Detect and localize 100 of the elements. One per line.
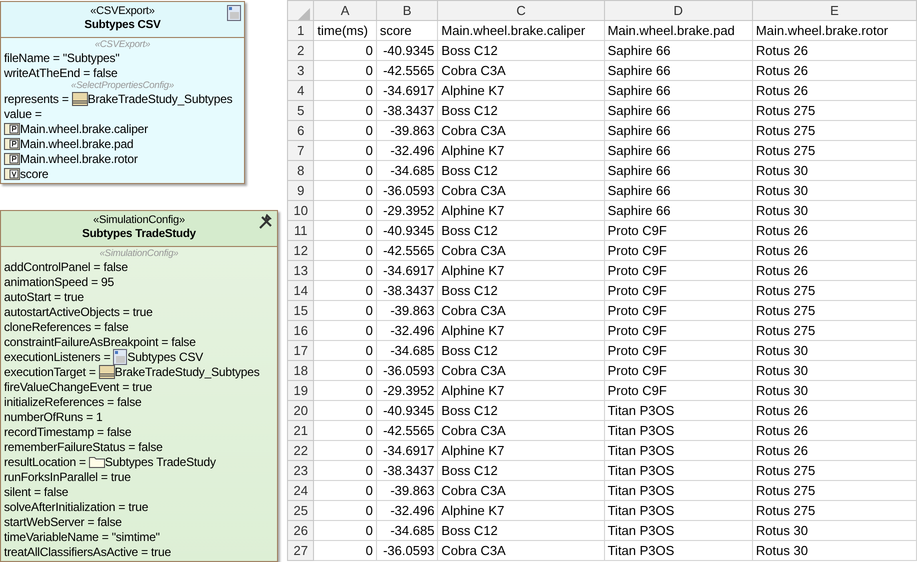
row-header[interactable]: 24 <box>288 480 314 500</box>
table-cell: -34.6917 <box>376 260 438 280</box>
tools-icon <box>258 214 274 230</box>
table-cell: -42.5565 <box>376 240 438 260</box>
property-value: Main.wheel.brake.caliper <box>20 122 148 136</box>
table-cell: -36.0593 <box>376 360 438 380</box>
row-header[interactable]: 9 <box>288 180 314 200</box>
stereotype-label: «SimulationConfig» <box>98 248 180 259</box>
column-header[interactable]: B <box>376 0 438 20</box>
row-header[interactable]: 11 <box>288 220 314 240</box>
table-cell: Boss C12 <box>438 340 604 360</box>
table-cell: Rotus 26 <box>752 440 916 460</box>
table-cell: Cobra C3A <box>438 540 604 560</box>
property-text: recordTimestamp = false <box>4 424 132 438</box>
property-text: addControlPanel = false <box>4 260 128 274</box>
table-cell: Cobra C3A <box>438 60 604 80</box>
table-cell: 0 <box>314 240 376 260</box>
table-cell: Saphire 66 <box>604 120 752 140</box>
row-header[interactable]: 1 <box>288 20 314 40</box>
block-icon <box>72 92 88 106</box>
row-header[interactable]: 5 <box>288 100 314 120</box>
row-header[interactable]: 25 <box>288 500 314 520</box>
table-cell: 0 <box>314 100 376 120</box>
table-cell: -40.9345 <box>376 220 438 240</box>
row-header[interactable]: 22 <box>288 440 314 460</box>
stereotype-label: «SimulationConfig» <box>93 214 185 227</box>
table-cell: 0 <box>314 220 376 240</box>
table-cell: Titan P3OS <box>604 540 752 560</box>
row-header[interactable]: 8 <box>288 160 314 180</box>
csv-export-box[interactable] <box>0 1 245 184</box>
table-cell: Rotus 26 <box>752 220 916 240</box>
column-header[interactable]: C <box>438 0 604 20</box>
table-cell: -34.6917 <box>376 80 438 100</box>
table-cell: 0 <box>314 380 376 400</box>
table-cell: -36.0593 <box>376 540 438 560</box>
table-cell: Main.wheel.brake.pad <box>604 20 752 40</box>
row-header[interactable]: 21 <box>288 420 314 440</box>
table-cell: Proto C9F <box>604 300 752 320</box>
table-cell: Proto C9F <box>604 320 752 340</box>
row-header[interactable]: 17 <box>288 340 314 360</box>
table-cell: 0 <box>314 480 376 500</box>
table-cell: 0 <box>314 320 376 340</box>
row-header[interactable]: 2 <box>288 40 314 60</box>
table-cell: Cobra C3A <box>438 480 604 500</box>
table-cell: -36.0593 <box>376 180 438 200</box>
row-header[interactable]: 26 <box>288 520 314 540</box>
table-cell: Rotus 30 <box>752 340 916 360</box>
table-cell: -42.5565 <box>376 420 438 440</box>
table-cell: Cobra C3A <box>438 240 604 260</box>
table-cell: 0 <box>314 200 376 220</box>
table-cell: -39.863 <box>376 480 438 500</box>
row-header[interactable]: 7 <box>288 140 314 160</box>
property-text: silent = false <box>4 484 68 498</box>
table-cell: Rotus 26 <box>752 400 916 420</box>
property-value: BrakeTradeStudy_Subtypes <box>114 364 260 378</box>
table-cell: Boss C12 <box>438 160 604 180</box>
table-cell: Alphine K7 <box>438 440 604 460</box>
table-cell: Saphire 66 <box>604 100 752 120</box>
table-cell: 0 <box>314 280 376 300</box>
row-header[interactable]: 12 <box>288 240 314 260</box>
row-header[interactable]: 3 <box>288 60 314 80</box>
row-header[interactable]: 4 <box>288 80 314 100</box>
column-header[interactable]: E <box>752 0 916 20</box>
part-icon <box>4 138 20 150</box>
table-cell: score <box>376 20 438 40</box>
table-cell: Rotus 275 <box>752 280 916 300</box>
row-header[interactable]: 19 <box>288 380 314 400</box>
table-cell: -34.6917 <box>376 440 438 460</box>
table-cell: Proto C9F <box>604 340 752 360</box>
table-cell: Alphine K7 <box>438 80 604 100</box>
table-cell: -34.685 <box>376 340 438 360</box>
row-header[interactable]: 13 <box>288 260 314 280</box>
row-header[interactable]: 27 <box>288 540 314 560</box>
table-cell: -29.3952 <box>376 380 438 400</box>
table-cell: Rotus 275 <box>752 500 916 520</box>
table-cell: Boss C12 <box>438 100 604 120</box>
row-header[interactable]: 6 <box>288 120 314 140</box>
row-header[interactable]: 20 <box>288 400 314 420</box>
table-cell: -32.496 <box>376 140 438 160</box>
table-cell: -40.9345 <box>376 400 438 420</box>
table-cell: Proto C9F <box>604 280 752 300</box>
row-header[interactable]: 15 <box>288 300 314 320</box>
simulation-config-box[interactable] <box>0 210 278 562</box>
column-header[interactable]: A <box>314 0 376 20</box>
table-cell: 0 <box>314 360 376 380</box>
column-header[interactable]: D <box>604 0 752 20</box>
property-value: Main.wheel.brake.rotor <box>20 152 138 166</box>
row-header[interactable]: 16 <box>288 320 314 340</box>
row-header[interactable]: 10 <box>288 200 314 220</box>
row-header[interactable]: 18 <box>288 360 314 380</box>
table-cell: 0 <box>314 300 376 320</box>
stereotype-label: «CSVExport» <box>90 5 155 18</box>
row-header[interactable]: 23 <box>288 460 314 480</box>
table-cell: Rotus 26 <box>752 40 916 60</box>
table-cell: Proto C9F <box>604 260 752 280</box>
row-header[interactable]: 14 <box>288 280 314 300</box>
table-cell: Saphire 66 <box>604 180 752 200</box>
table-cell: Boss C12 <box>438 400 604 420</box>
table-cell: Saphire 66 <box>604 200 752 220</box>
property-text: timeVariableName = "simtime" <box>4 530 160 544</box>
